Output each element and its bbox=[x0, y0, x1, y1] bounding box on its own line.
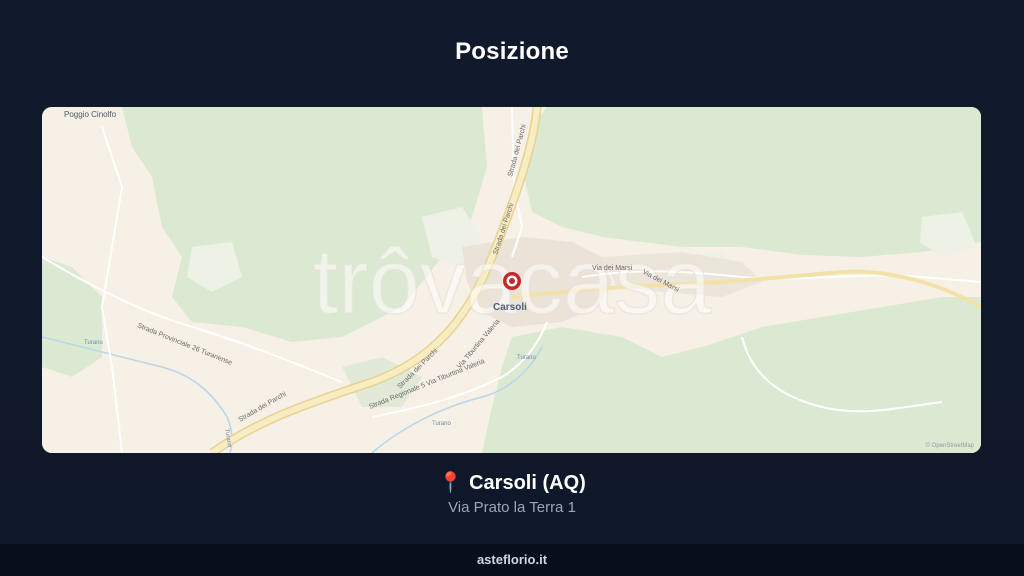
pin-icon: 📍 bbox=[438, 472, 464, 494]
label-turano-1: Turano bbox=[84, 340, 103, 346]
location-marker-icon[interactable] bbox=[503, 272, 521, 290]
location-city: 📍 Carsoli (AQ) bbox=[0, 470, 1024, 495]
footer-site-link[interactable]: asteflorio.it bbox=[477, 552, 547, 567]
label-turano-4: Turano bbox=[517, 355, 536, 361]
label-poggio: Poggio Cinolfo bbox=[64, 110, 117, 119]
footer: asteflorio.it bbox=[0, 544, 1024, 576]
city-label: Carsoli (AQ) bbox=[469, 472, 586, 494]
location-map[interactable]: trôvacasa Poggio Cinolfo Carsoli Via dei… bbox=[42, 107, 981, 453]
label-town: Carsoli bbox=[493, 302, 527, 313]
map-canvas: trôvacasa Poggio Cinolfo Carsoli Via dei… bbox=[42, 107, 981, 453]
address-text: Via Prato la Terra 1 bbox=[448, 499, 576, 516]
map-attribution: © OpenStreetMap bbox=[926, 442, 975, 449]
page-title: Posizione bbox=[455, 38, 569, 65]
label-turano-3: Turano bbox=[432, 421, 451, 427]
label-via-marsi: Via dei Marsi bbox=[592, 265, 633, 272]
